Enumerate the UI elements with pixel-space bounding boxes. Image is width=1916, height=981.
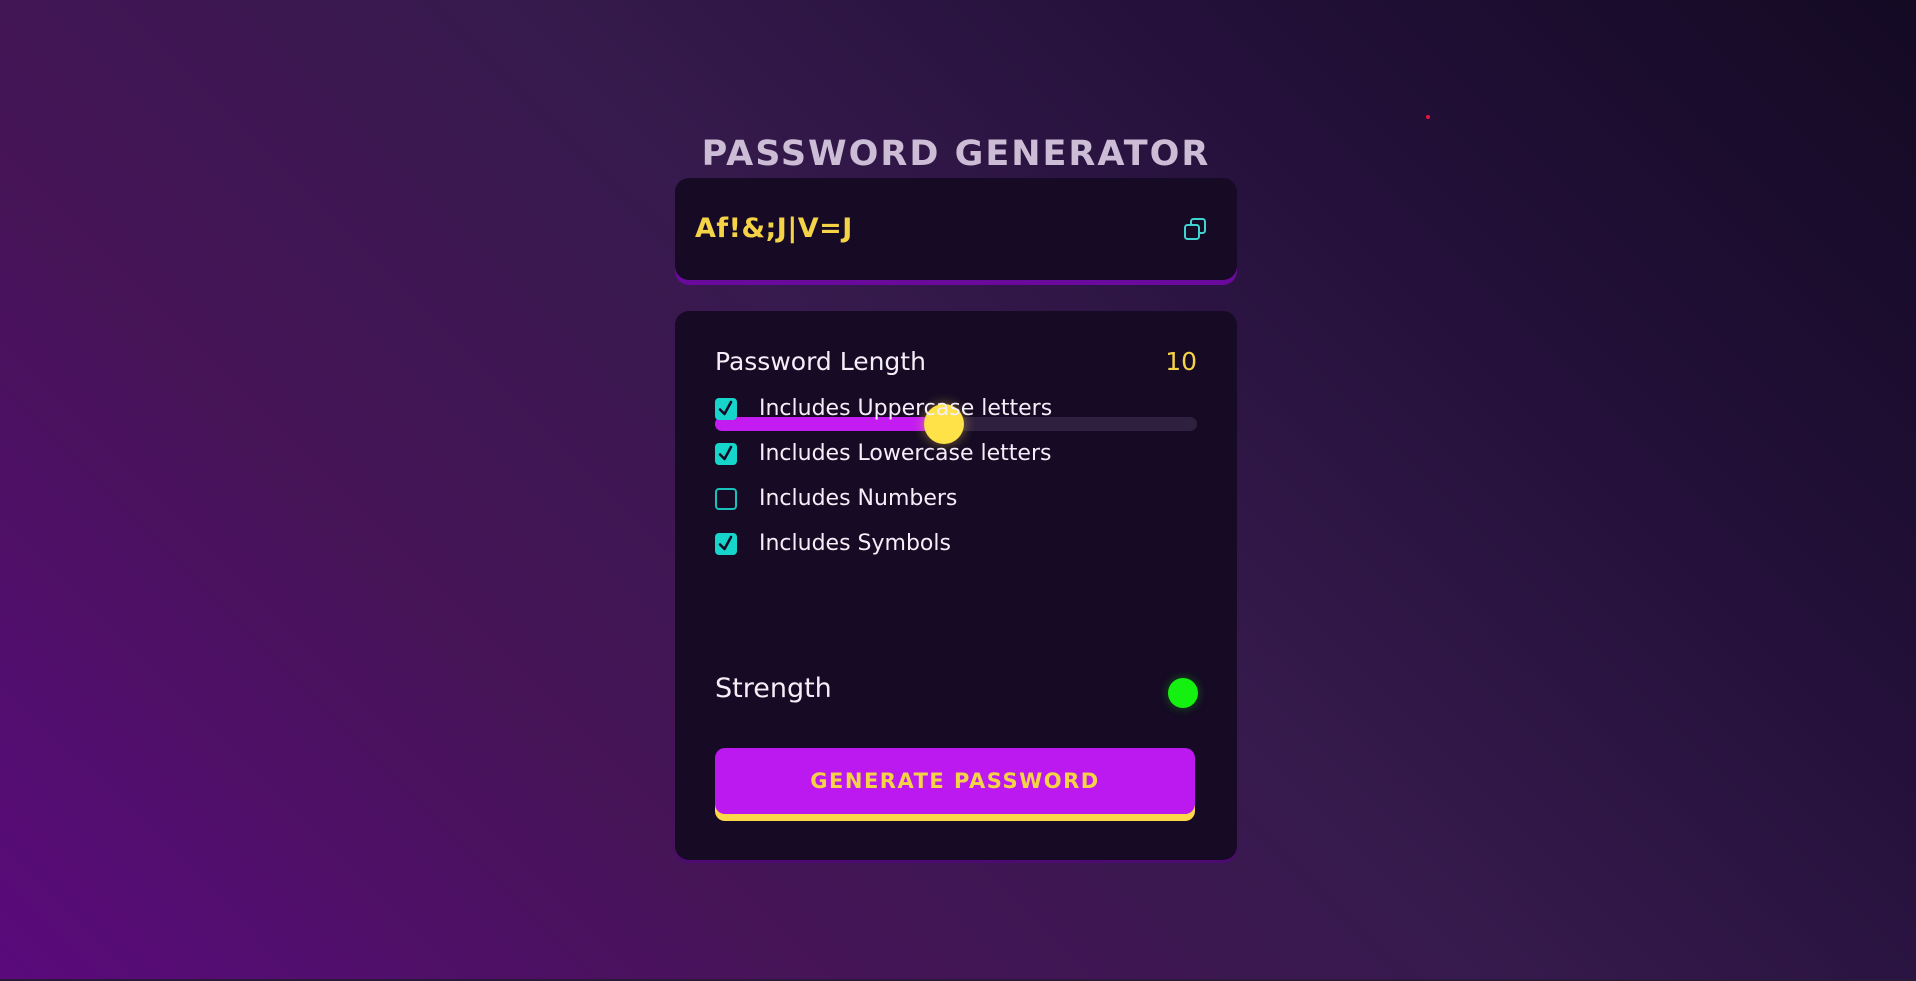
strength-indicator (1168, 678, 1198, 708)
password-display: Af!&;J|V=J (675, 178, 1237, 280)
option-label: Includes Symbols (759, 531, 951, 556)
checkmark-icon (718, 400, 733, 416)
option-label: Includes Uppercase letters (759, 396, 1053, 421)
option-numbers[interactable]: Includes Numbers (715, 485, 957, 513)
uppercase-checkbox[interactable] (715, 398, 737, 420)
length-label: Password Length (715, 347, 926, 376)
lowercase-checkbox[interactable] (715, 443, 737, 465)
option-lowercase[interactable]: Includes Lowercase letters (715, 440, 1051, 468)
numbers-checkbox[interactable] (715, 488, 737, 510)
option-uppercase[interactable]: Includes Uppercase letters (715, 395, 1052, 423)
generated-password: Af!&;J|V=J (695, 213, 853, 244)
page-title: PASSWORD GENERATOR (701, 134, 1211, 175)
stray-dot (1426, 115, 1430, 119)
generate-password-button[interactable]: GENERATE PASSWORD (715, 748, 1195, 814)
copy-button[interactable] (1181, 215, 1209, 243)
option-symbols[interactable]: Includes Symbols (715, 530, 951, 558)
length-value: 10 (1165, 347, 1197, 376)
copy-icon (1184, 218, 1206, 240)
option-label: Includes Numbers (759, 486, 958, 511)
strength-label: Strength (715, 673, 832, 704)
checkmark-icon (718, 445, 733, 461)
option-label: Includes Lowercase letters (759, 441, 1052, 466)
symbols-checkbox[interactable] (715, 533, 737, 555)
settings-panel: Password Length 10 Includes Uppercase le… (675, 311, 1237, 860)
checkmark-icon (718, 535, 733, 551)
